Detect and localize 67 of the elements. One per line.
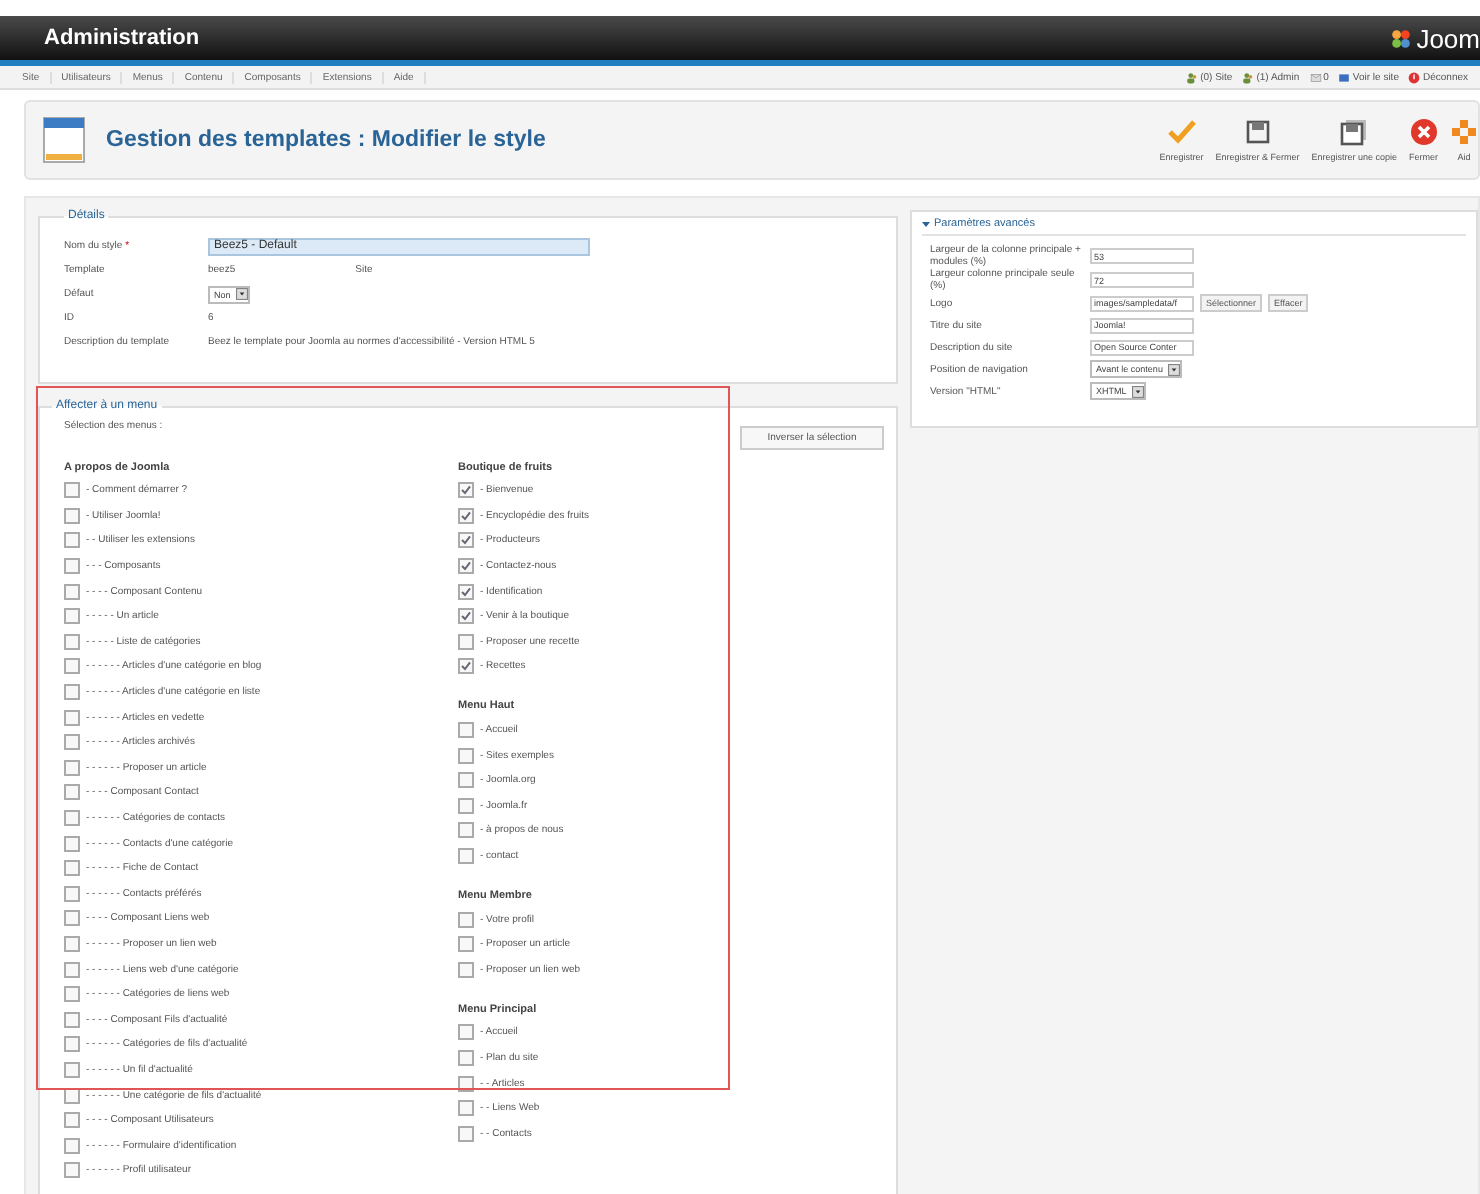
checkbox[interactable]	[64, 935, 80, 952]
checkbox[interactable]	[458, 507, 474, 524]
checkbox[interactable]	[64, 1061, 80, 1078]
checkbox[interactable]	[458, 558, 474, 575]
dropdown-arrow-icon	[1132, 385, 1145, 397]
app-title: Administration	[44, 26, 200, 50]
help-icon	[1450, 118, 1478, 146]
checkbox[interactable]	[458, 633, 474, 650]
checkmark-icon	[1167, 118, 1196, 146]
checkbox[interactable]	[64, 860, 80, 877]
checkbox[interactable]	[64, 684, 80, 701]
logo-icon	[1390, 27, 1413, 49]
checkbox[interactable]	[458, 1125, 474, 1142]
checkbox[interactable]	[64, 558, 80, 575]
checkbox[interactable]	[64, 986, 80, 1003]
checkbox[interactable]	[458, 936, 474, 953]
checkbox[interactable]	[64, 810, 80, 827]
power-icon	[1408, 71, 1421, 83]
floppy-icon	[1243, 118, 1272, 146]
checkbox[interactable]	[458, 608, 474, 625]
checkbox[interactable]	[64, 734, 80, 751]
checkbox[interactable]	[458, 848, 474, 865]
checkbox[interactable]	[458, 961, 474, 978]
template-icon	[42, 116, 86, 164]
logo-text: Joom	[1416, 23, 1480, 53]
dropdown-arrow-icon	[236, 288, 249, 300]
checkbox[interactable]	[64, 633, 80, 650]
screen-icon	[1338, 71, 1351, 83]
checkbox[interactable]	[64, 759, 80, 776]
mail-icon	[1309, 71, 1322, 83]
checkbox[interactable]	[64, 709, 80, 726]
checkbox[interactable]	[458, 822, 474, 839]
checkbox[interactable]	[458, 583, 474, 600]
checkbox[interactable]	[64, 1162, 80, 1179]
checkbox[interactable]	[64, 784, 80, 801]
checkbox[interactable]	[458, 1049, 474, 1066]
close-icon	[1409, 118, 1438, 146]
checkbox[interactable]	[64, 1011, 80, 1028]
page-title: Gestion des templates : Modifier le style	[106, 128, 546, 152]
checkbox[interactable]	[458, 772, 474, 789]
checkbox[interactable]	[458, 747, 474, 764]
checkbox[interactable]	[64, 608, 80, 625]
checkbox[interactable]	[64, 1112, 80, 1129]
checkbox[interactable]	[64, 507, 80, 524]
checkbox[interactable]	[64, 482, 80, 499]
checkbox[interactable]	[458, 722, 474, 739]
checkbox[interactable]	[64, 835, 80, 852]
checkbox[interactable]	[458, 1024, 474, 1041]
dropdown-arrow-icon	[1168, 363, 1181, 375]
checkbox[interactable]	[64, 961, 80, 978]
checkbox[interactable]	[64, 910, 80, 927]
checkbox[interactable]	[64, 885, 80, 902]
users-icon	[1242, 71, 1255, 83]
floppy-copy-icon	[1340, 118, 1369, 146]
checkbox[interactable]	[458, 1100, 474, 1117]
checkbox[interactable]	[458, 482, 474, 499]
expand-arrow-icon[interactable]	[922, 220, 930, 228]
checkbox[interactable]	[64, 532, 80, 549]
checkbox[interactable]	[458, 797, 474, 814]
users-icon	[1186, 71, 1199, 83]
checkbox[interactable]	[458, 911, 474, 928]
checkbox[interactable]	[64, 658, 80, 675]
checkbox[interactable]	[458, 658, 474, 675]
checkbox[interactable]	[64, 583, 80, 600]
checkbox[interactable]	[64, 1137, 80, 1154]
checkbox[interactable]	[458, 532, 474, 549]
checkbox[interactable]	[64, 1036, 80, 1053]
